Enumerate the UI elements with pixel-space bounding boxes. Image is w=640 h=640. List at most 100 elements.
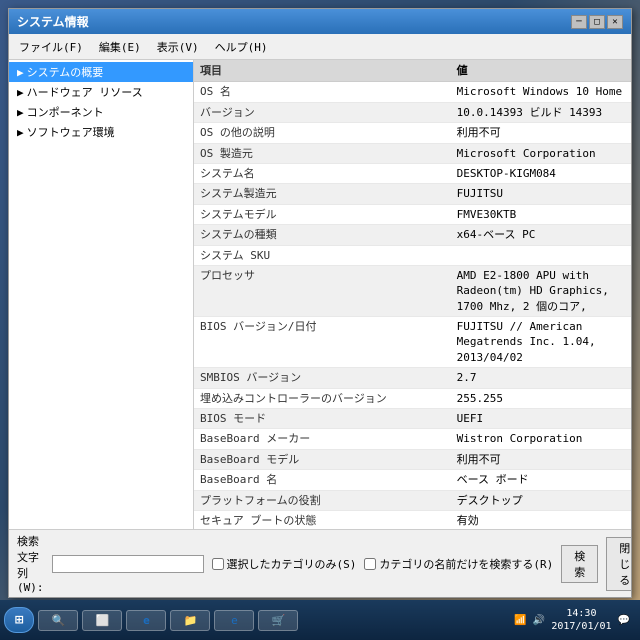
info-table: 項目 値 OS 名Microsoft Windows 10 Homeバージョン1… <box>194 60 631 529</box>
row-value: FUJITSU <box>451 184 631 204</box>
row-value: 2.7 <box>451 368 631 388</box>
row-value: Microsoft Windows 10 Home <box>451 82 631 102</box>
taskbar-item-fileexplorer[interactable]: 📁 <box>170 610 210 631</box>
row-key: OS の他の説明 <box>194 123 451 143</box>
row-key: バージョン <box>194 102 451 122</box>
table-row: 埋め込みコントローラーのバージョン255.255 <box>194 388 631 408</box>
table-row: BaseBoard モデル利用不可 <box>194 449 631 469</box>
clock[interactable]: 14:30 2017/01/01 <box>551 607 611 633</box>
category-item-summary[interactable]: ▶ システムの概要 <box>9 62 193 82</box>
search-input[interactable] <box>52 555 204 573</box>
main-area: ▶ システムの概要 ▶ ハードウェア リソース ▶ コンポーネント ▶ <box>9 60 631 529</box>
row-key: BaseBoard モデル <box>194 449 451 469</box>
row-value: AMD E2-1800 APU with Radeon(tm) HD Graph… <box>451 265 631 316</box>
row-value: UEFI <box>451 409 631 429</box>
windows-icon: ⊞ <box>15 612 23 628</box>
view-menu[interactable]: 表示(V) <box>151 37 205 57</box>
taskbar: ⊞ 🔍 ⬜ e 📁 e 🛒 📶 🔊 14:30 2017/01/01 � <box>0 600 640 640</box>
category-expand-icon: ▶ <box>17 66 24 79</box>
row-key: システム製造元 <box>194 184 451 204</box>
system-tray: 📶 🔊 14:30 2017/01/01 💬 <box>508 607 636 633</box>
taskbar-item-search[interactable]: 🔍 <box>38 610 78 631</box>
row-value: FUJITSU // American Megatrends Inc. 1.04… <box>451 317 631 368</box>
store-icon: 🛒 <box>272 614 286 627</box>
row-key: システム SKU <box>194 245 451 265</box>
col-header-key: 項目 <box>194 60 451 82</box>
category-item-hardware[interactable]: ▶ ハードウェア リソース <box>9 82 193 102</box>
row-key: BIOS バージョン/日付 <box>194 317 451 368</box>
search-button[interactable]: 検索 <box>561 545 598 583</box>
table-row: システム名DESKTOP-KIGM084 <box>194 163 631 183</box>
row-value: 利用不可 <box>451 123 631 143</box>
table-row: OS 製造元Microsoft Corporation <box>194 143 631 163</box>
ie-icon: e <box>143 614 150 627</box>
row-key: OS 製造元 <box>194 143 451 163</box>
table-row: システム SKU <box>194 245 631 265</box>
category-names-label[interactable]: カテゴリの名前だけを検索する(R) <box>364 556 553 572</box>
table-row: プロセッサAMD E2-1800 APU with Radeon(tm) HD … <box>194 265 631 316</box>
category-names-checkbox[interactable] <box>364 558 376 570</box>
category-expand-icon-3: ▶ <box>17 106 24 119</box>
row-value <box>451 245 631 265</box>
table-row: BaseBoard 名ベース ボード <box>194 470 631 490</box>
left-panel: ▶ システムの概要 ▶ ハードウェア リソース ▶ コンポーネント ▶ <box>9 60 194 529</box>
row-key: セキュア ブートの状態 <box>194 510 451 529</box>
edit-menu[interactable]: 編集(E) <box>93 37 147 57</box>
right-panel: 項目 値 OS 名Microsoft Windows 10 Homeバージョン1… <box>194 60 631 529</box>
row-key: OS 名 <box>194 82 451 102</box>
taskbar-item-ie[interactable]: e <box>126 610 166 631</box>
category-item-components[interactable]: ▶ コンポーネント <box>9 102 193 122</box>
table-row: システムの種類x64-ベース PC <box>194 225 631 245</box>
table-row: BaseBoard メーカーWistron Corporation <box>194 429 631 449</box>
row-key: システムモデル <box>194 204 451 224</box>
row-key: BaseBoard メーカー <box>194 429 451 449</box>
row-key: BIOS モード <box>194 409 451 429</box>
row-value: 255.255 <box>451 388 631 408</box>
network-icon[interactable]: 📶 <box>514 615 526 626</box>
categories-only-checkbox[interactable] <box>212 558 224 570</box>
taskbar-item-taskview[interactable]: ⬜ <box>82 610 122 631</box>
maximize-button[interactable]: □ <box>589 15 605 29</box>
category-expand-icon-4: ▶ <box>17 126 24 139</box>
row-value: Wistron Corporation <box>451 429 631 449</box>
table-row: OS の他の説明利用不可 <box>194 123 631 143</box>
row-value: 利用不可 <box>451 449 631 469</box>
file-menu[interactable]: ファイル(F) <box>13 37 89 57</box>
search-label: 検索文字列(W): <box>17 533 44 594</box>
row-key: プロセッサ <box>194 265 451 316</box>
table-row: バージョン10.0.14393 ビルド 14393 <box>194 102 631 122</box>
window-title: システム情報 <box>17 13 89 30</box>
table-row: SMBIOS バージョン2.7 <box>194 368 631 388</box>
table-row: OS 名Microsoft Windows 10 Home <box>194 82 631 102</box>
row-key: 埋め込みコントローラーのバージョン <box>194 388 451 408</box>
window-content: ファイル(F) 編集(E) 表示(V) ヘルプ(H) ▶ システムの概要 ▶ ハ… <box>9 34 631 597</box>
fileexplorer-icon: 📁 <box>184 614 198 627</box>
categories-only-label[interactable]: 選択したカテゴリのみ(S) <box>212 556 357 572</box>
volume-icon[interactable]: 🔊 <box>533 615 545 626</box>
minimize-button[interactable]: ─ <box>571 15 587 29</box>
row-key: SMBIOS バージョン <box>194 368 451 388</box>
taskbar-item-store[interactable]: 🛒 <box>258 610 298 631</box>
bottom-controls: 検索文字列(W): 選択したカテゴリのみ(S) カテゴリの名前だけを検索する(R… <box>17 533 623 594</box>
close-button[interactable]: ✕ <box>607 15 623 29</box>
table-row: システムモデルFMVE30KTB <box>194 204 631 224</box>
row-value: x64-ベース PC <box>451 225 631 245</box>
row-value: 有効 <box>451 510 631 529</box>
system-info-window: システム情報 ─ □ ✕ ファイル(F) 編集(E) 表示(V) ヘルプ(H) … <box>8 8 632 598</box>
category-item-software[interactable]: ▶ ソフトウェア環境 <box>9 122 193 142</box>
window-close-button[interactable]: 閉じる <box>606 537 631 591</box>
help-menu[interactable]: ヘルプ(H) <box>209 37 274 57</box>
table-row: システム製造元FUJITSU <box>194 184 631 204</box>
row-value: デスクトップ <box>451 490 631 510</box>
taskbar-item-edge[interactable]: e <box>214 610 254 631</box>
titlebar: システム情報 ─ □ ✕ <box>9 9 631 34</box>
window-controls: ─ □ ✕ <box>571 15 623 29</box>
edge-icon: e <box>231 614 238 627</box>
row-key: BaseBoard 名 <box>194 470 451 490</box>
table-row: BIOS バージョン/日付FUJITSU // American Megatre… <box>194 317 631 368</box>
row-key: プラットフォームの役割 <box>194 490 451 510</box>
row-value: Microsoft Corporation <box>451 143 631 163</box>
start-button[interactable]: ⊞ <box>4 607 34 633</box>
table-row: プラットフォームの役割デスクトップ <box>194 490 631 510</box>
notification-icon[interactable]: 💬 <box>618 615 630 626</box>
